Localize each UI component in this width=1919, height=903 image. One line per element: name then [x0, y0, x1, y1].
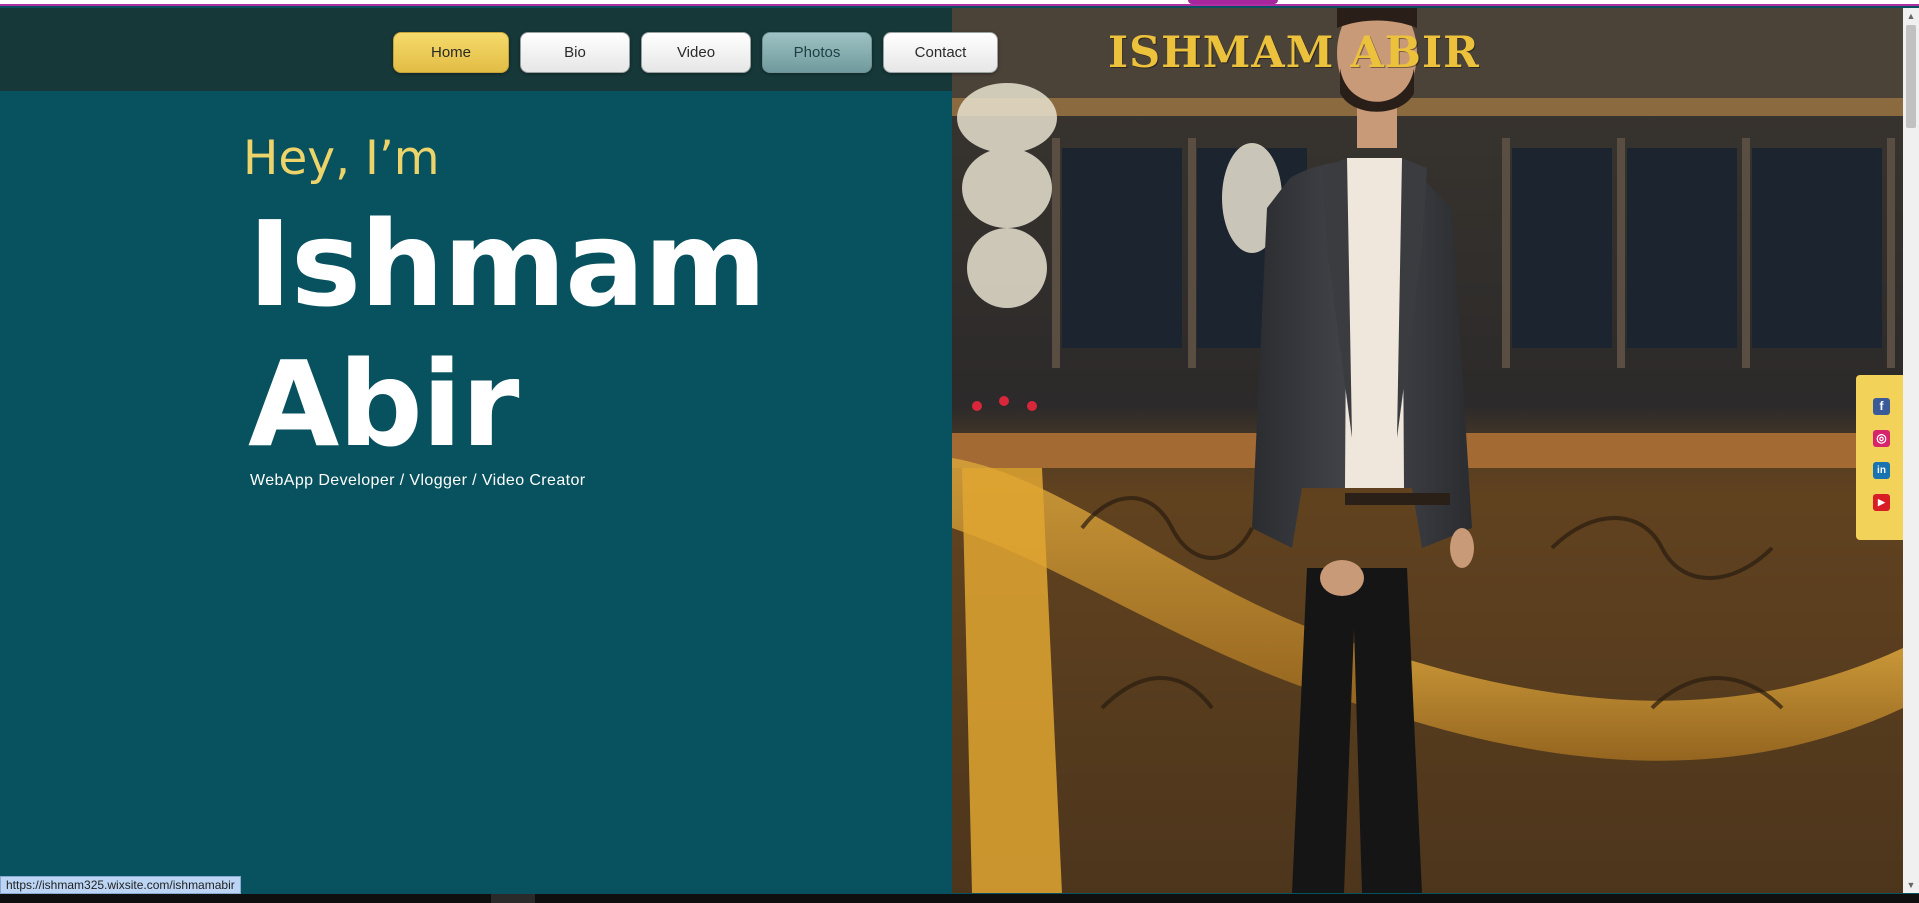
taskbar-item[interactable] [491, 894, 535, 903]
linkedin-icon[interactable]: in [1873, 462, 1890, 479]
nav-video-button[interactable]: Video [641, 32, 751, 73]
page-scrollbar[interactable]: ▲ ▼ [1903, 8, 1919, 893]
facebook-icon[interactable]: f [1873, 398, 1890, 415]
hero-tagline: WebApp Developer / Vlogger / Video Creat… [250, 472, 586, 489]
youtube-icon[interactable]: ▶ [1873, 494, 1890, 511]
hero-first-name: Ishmam [248, 195, 767, 333]
hero-last-name: Abir [248, 335, 519, 473]
scroll-up-arrow-icon[interactable]: ▲ [1903, 8, 1919, 24]
top-accent-rule [0, 0, 1919, 6]
hero-photo [952, 8, 1903, 893]
top-accent-tab [1188, 0, 1278, 4]
nav-photos-button[interactable]: Photos [762, 32, 872, 73]
nav-bio-button[interactable]: Bio [520, 32, 630, 73]
instagram-icon[interactable]: ◎ [1873, 430, 1890, 447]
main-nav: Home Bio Video Photos Contact [393, 32, 998, 73]
hero-greeting-wrap: Hey, I’m [243, 135, 440, 182]
browser-status-url: https://ishmam325.wixsite.com/ishmamabir [0, 876, 241, 894]
hero-greeting: Hey, I’m [243, 131, 440, 186]
site-brand-title[interactable]: ISHMAM ABIR [1108, 28, 1480, 78]
scroll-thumb[interactable] [1906, 25, 1916, 128]
scroll-down-arrow-icon[interactable]: ▼ [1903, 877, 1919, 893]
os-taskbar [0, 894, 1919, 903]
social-links-bar: f ◎ in ▶ [1856, 375, 1904, 540]
hero-photo-illustration [952, 8, 1903, 893]
nav-home-button[interactable]: Home [393, 32, 509, 73]
nav-contact-button[interactable]: Contact [883, 32, 998, 73]
